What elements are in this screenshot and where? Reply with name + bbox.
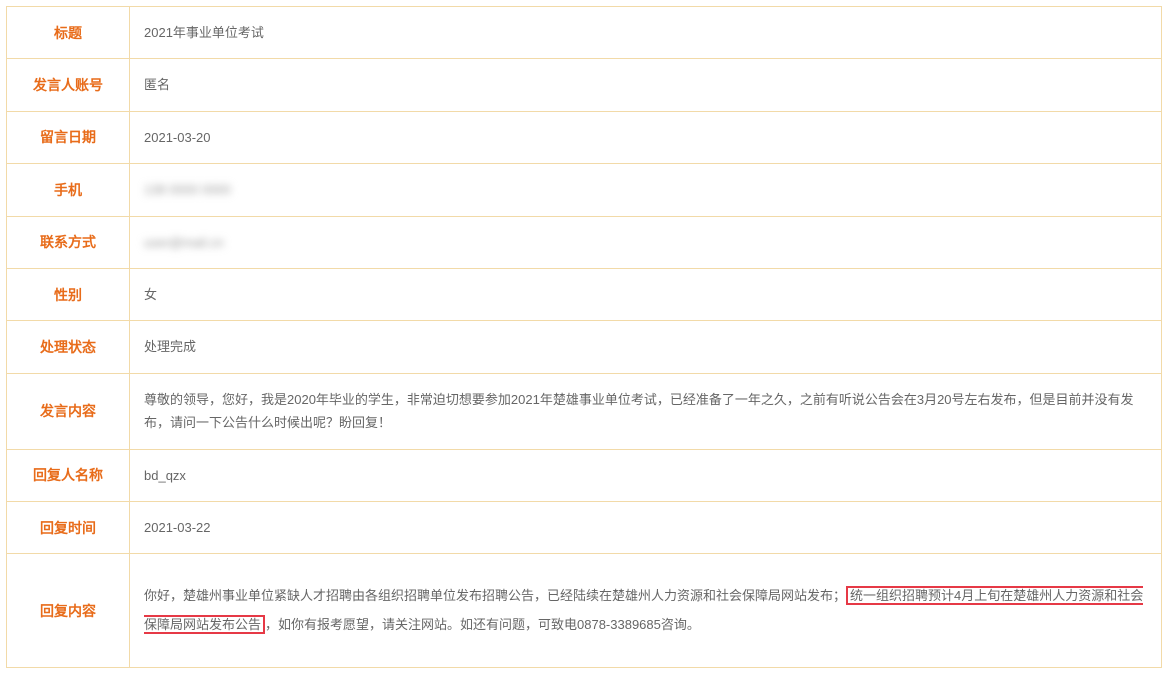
value-reply-time: 2021-03-22 <box>130 502 1162 553</box>
value-reply-content: 你好，楚雄州事业单位紧缺人才招聘由各组织招聘单位发布招聘公告，已经陆续在楚雄州人… <box>130 554 1162 667</box>
label-contact: 联系方式 <box>6 217 130 268</box>
value-gender: 女 <box>130 269 1162 320</box>
row-content: 发言内容 尊敬的领导，您好，我是2020年毕业的学生，非常迫切想要参加2021年… <box>6 373 1162 449</box>
row-title: 标题 2021年事业单位考试 <box>6 6 1162 58</box>
row-message-date: 留言日期 2021-03-20 <box>6 111 1162 163</box>
value-title: 2021年事业单位考试 <box>130 7 1162 58</box>
label-reply-content: 回复内容 <box>6 554 130 667</box>
label-content: 发言内容 <box>6 374 130 449</box>
row-reply-name: 回复人名称 bd_qzx <box>6 449 1162 501</box>
label-account: 发言人账号 <box>6 59 130 110</box>
label-title: 标题 <box>6 7 130 58</box>
value-reply-name: bd_qzx <box>130 450 1162 501</box>
label-gender: 性别 <box>6 269 130 320</box>
value-status: 处理完成 <box>130 321 1162 372</box>
row-account: 发言人账号 匿名 <box>6 58 1162 110</box>
label-status: 处理状态 <box>6 321 130 372</box>
reply-content-text: 你好，楚雄州事业单位紧缺人才招聘由各组织招聘单位发布招聘公告，已经陆续在楚雄州人… <box>144 582 1147 639</box>
row-status: 处理状态 处理完成 <box>6 320 1162 372</box>
label-reply-time: 回复时间 <box>6 502 130 553</box>
label-reply-name: 回复人名称 <box>6 450 130 501</box>
value-contact: user@mail.cn <box>130 217 1162 268</box>
row-phone: 手机 138 0000 0000 <box>6 163 1162 215</box>
label-message-date: 留言日期 <box>6 112 130 163</box>
info-table: 标题 2021年事业单位考试 发言人账号 匿名 留言日期 2021-03-20 … <box>6 6 1162 668</box>
value-message-date: 2021-03-20 <box>130 112 1162 163</box>
row-contact: 联系方式 user@mail.cn <box>6 216 1162 268</box>
phone-blurred: 138 0000 0000 <box>144 178 231 201</box>
value-account: 匿名 <box>130 59 1162 110</box>
reply-prefix: 你好，楚雄州事业单位紧缺人才招聘由各组织招聘单位发布招聘公告，已经陆续在楚雄州人… <box>144 588 846 603</box>
value-content: 尊敬的领导，您好，我是2020年毕业的学生，非常迫切想要参加2021年楚雄事业单… <box>130 374 1162 449</box>
row-gender: 性别 女 <box>6 268 1162 320</box>
row-reply-time: 回复时间 2021-03-22 <box>6 501 1162 553</box>
value-phone: 138 0000 0000 <box>130 164 1162 215</box>
reply-suffix: ，如你有报考愿望，请关注网站。如还有问题，可致电0878-3389685咨询。 <box>265 617 700 632</box>
label-phone: 手机 <box>6 164 130 215</box>
contact-blurred: user@mail.cn <box>144 231 224 254</box>
row-reply-content: 回复内容 你好，楚雄州事业单位紧缺人才招聘由各组织招聘单位发布招聘公告，已经陆续… <box>6 553 1162 668</box>
